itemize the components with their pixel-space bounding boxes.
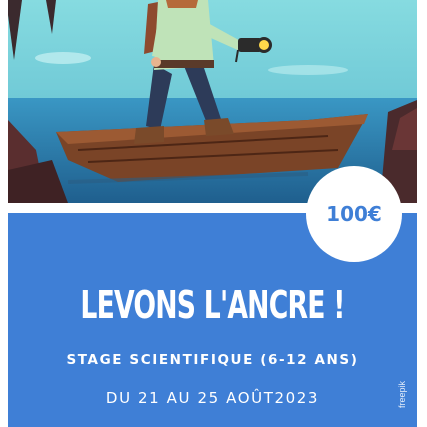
image-credit: freepik	[397, 380, 407, 408]
event-dates: DU 21 AU 25 AOÛT2023	[105, 389, 320, 407]
event-title: LEVONS L'ANCRE !	[80, 283, 345, 327]
event-subtitle: STAGE SCIENTIFIQUE (6-12 ANS)	[66, 352, 359, 368]
event-poster: 100€ LEVONS L'ANCRE ! STAGE SCIENTIFIQUE…	[0, 0, 427, 427]
price-badge: 100€	[306, 166, 402, 262]
price-text: 100€	[326, 202, 382, 226]
